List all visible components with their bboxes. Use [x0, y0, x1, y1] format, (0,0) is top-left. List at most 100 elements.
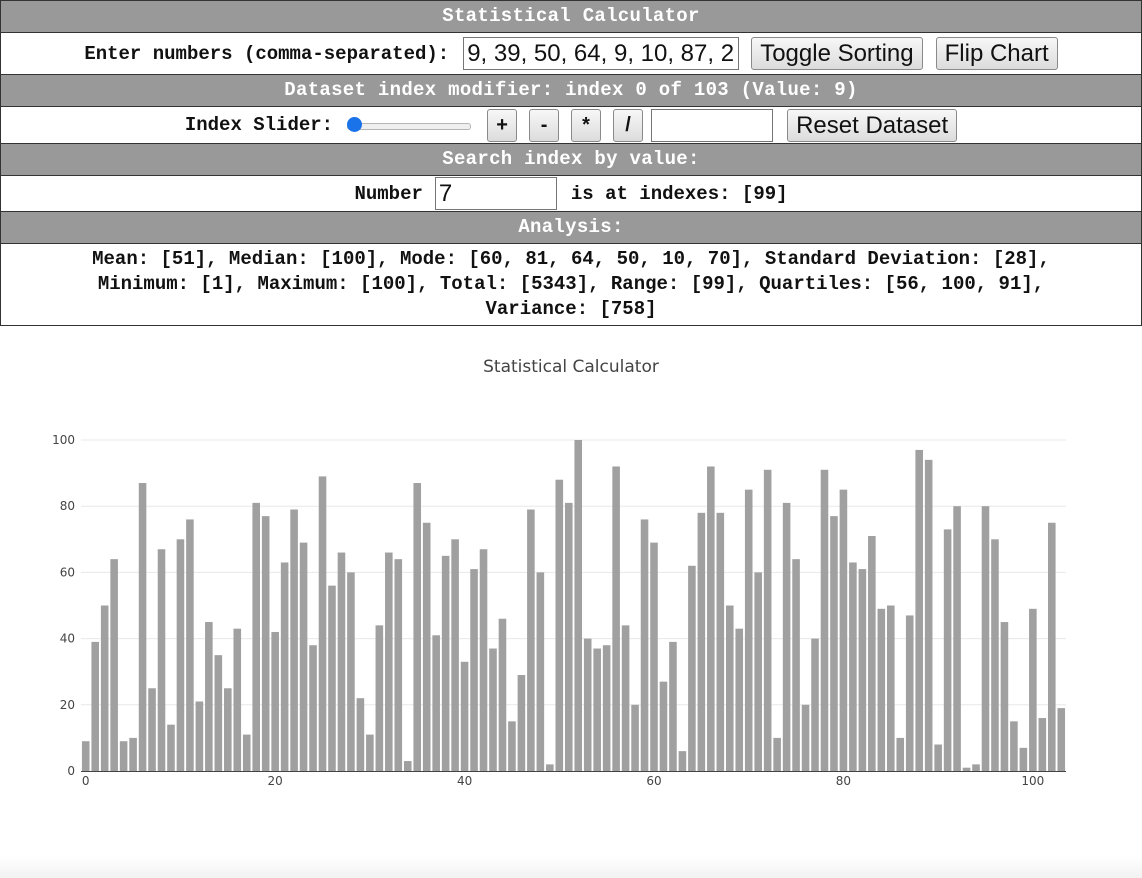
- bar: [972, 764, 980, 771]
- bar: [849, 562, 857, 771]
- analysis-header: Analysis:: [0, 211, 1142, 244]
- x-tick-label: 60: [646, 774, 661, 788]
- bar: [773, 737, 781, 771]
- bar: [498, 618, 507, 771]
- bar: [1038, 718, 1047, 771]
- bar: [924, 459, 933, 771]
- bar: [707, 466, 715, 771]
- bar: [962, 767, 971, 771]
- bar: [820, 469, 829, 771]
- bar: [1010, 721, 1018, 771]
- search-row: Number is at indexes: [99]: [0, 176, 1142, 211]
- reset-dataset-button[interactable]: Reset Dataset: [787, 108, 958, 142]
- bar: [546, 764, 554, 771]
- bar: [744, 489, 753, 771]
- bar: [252, 502, 261, 771]
- bar: [896, 737, 905, 771]
- bar: [811, 638, 819, 771]
- bar: [224, 688, 232, 771]
- y-tick-label: 40: [60, 632, 75, 646]
- x-tick-label: 100: [1021, 774, 1044, 788]
- modifier-row: Index Slider: + - * / Reset Dataset: [0, 107, 1142, 143]
- bar: [186, 519, 194, 771]
- bar: [167, 724, 175, 771]
- bar: [366, 734, 374, 771]
- bar: [394, 559, 403, 771]
- bar: [233, 628, 242, 771]
- bar: [138, 483, 147, 771]
- bar: [754, 572, 762, 771]
- operand-input[interactable]: [651, 108, 774, 142]
- bar-chart: Statistical Calculator 0 20 40 60 80 100 0 20 40…: [0, 340, 1142, 800]
- bar: [1057, 708, 1066, 771]
- bar: [991, 539, 999, 771]
- bar: [205, 622, 213, 771]
- chart-svg: 0 20 40 60 80 100 0 20 40 60 80 100: [52, 433, 1066, 788]
- bar: [157, 549, 166, 771]
- bar: [981, 506, 990, 771]
- bar: [347, 572, 355, 771]
- bar: [583, 638, 592, 771]
- bar: [678, 751, 687, 771]
- bar: [868, 535, 876, 771]
- bar: [385, 552, 393, 771]
- numbers-label: Enter numbers (comma-separated):: [84, 42, 450, 65]
- x-tick-label: 40: [457, 774, 472, 788]
- bar: [299, 542, 308, 771]
- bar: [413, 483, 422, 771]
- bar: [640, 519, 649, 771]
- bar: [650, 542, 658, 771]
- x-tick-label: 80: [836, 774, 851, 788]
- y-tick-label: 20: [60, 698, 75, 712]
- bar: [403, 761, 412, 771]
- bar: [830, 516, 838, 771]
- y-tick-label: 80: [60, 499, 75, 513]
- bar: [508, 721, 516, 771]
- plus-button[interactable]: +: [487, 108, 518, 142]
- slider-thumb[interactable]: [347, 117, 363, 132]
- bar: [1048, 522, 1056, 771]
- bar: [839, 489, 848, 771]
- x-tick-label: 0: [82, 774, 90, 788]
- analysis-line-2: Minimum: [1], Maximum: [100], Total: [53…: [97, 273, 1045, 295]
- bar: [356, 698, 365, 771]
- modifier-header: Dataset index modifier: index 0 of 103 (…: [0, 74, 1142, 107]
- minus-button[interactable]: -: [529, 108, 560, 142]
- bar: [555, 479, 564, 771]
- bar: [536, 572, 545, 771]
- bar: [148, 688, 156, 771]
- search-number-input[interactable]: [434, 177, 557, 210]
- bar: [564, 502, 573, 771]
- search-result: is at indexes: [99]: [570, 182, 788, 205]
- y-tick-label: 100: [52, 433, 75, 447]
- toggle-sorting-button[interactable]: Toggle Sorting: [751, 37, 923, 70]
- bar: [1019, 747, 1028, 771]
- numbers-input[interactable]: [463, 37, 740, 70]
- bar: [470, 569, 478, 771]
- search-header: Search index by value:: [0, 143, 1142, 176]
- bar: [801, 704, 810, 771]
- divide-button[interactable]: /: [613, 108, 644, 142]
- bar: [451, 539, 459, 771]
- bar: [100, 605, 109, 771]
- bar: [309, 645, 317, 771]
- bar: [1029, 608, 1037, 771]
- bar: [659, 681, 668, 771]
- bar: [176, 539, 185, 771]
- bar: [517, 675, 526, 771]
- bar: [441, 555, 450, 771]
- bar: [792, 559, 800, 771]
- bar: [858, 569, 867, 771]
- bar: [725, 605, 734, 771]
- bar: [943, 529, 952, 771]
- bar: [574, 440, 583, 771]
- bar: [280, 562, 289, 771]
- bar: [934, 744, 942, 771]
- index-slider[interactable]: [347, 117, 472, 133]
- bar: [905, 615, 914, 771]
- flip-chart-button[interactable]: Flip Chart: [935, 37, 1058, 70]
- y-tick-label: 0: [67, 764, 75, 778]
- multiply-button[interactable]: *: [571, 108, 602, 142]
- bar: [735, 628, 744, 771]
- bar: [782, 502, 791, 771]
